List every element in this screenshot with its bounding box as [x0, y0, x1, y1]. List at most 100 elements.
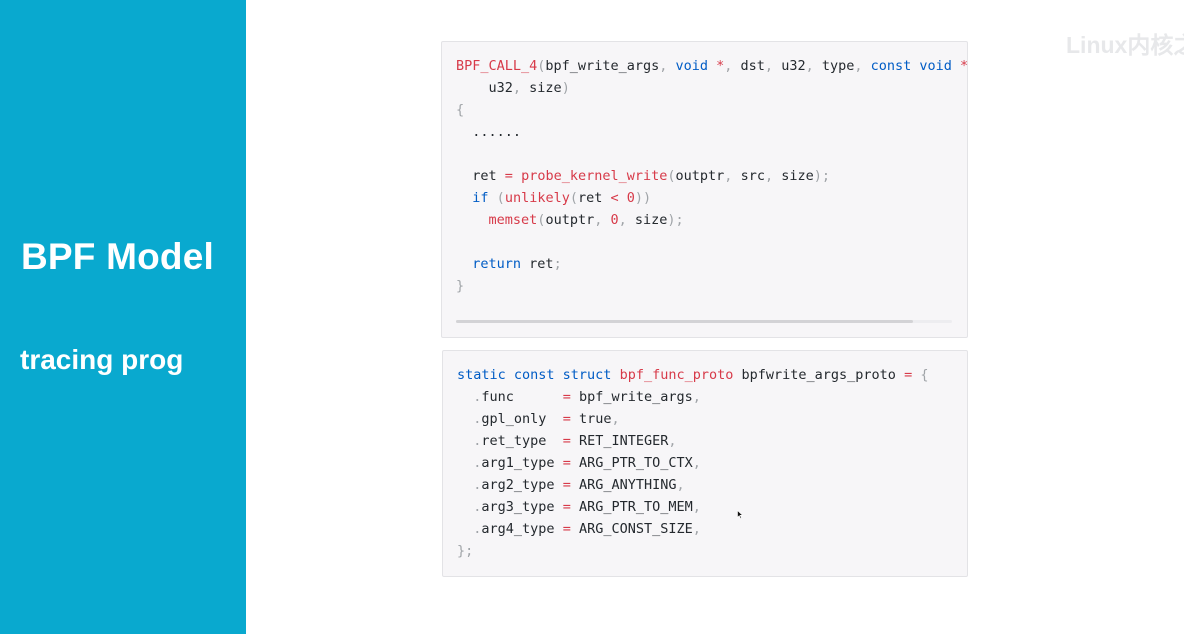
code-token: ,: [659, 58, 676, 74]
code-token: (: [569, 190, 578, 206]
code-token: ,: [611, 411, 620, 427]
code-line: .arg2_type = ARG_ANYTHING,: [457, 477, 684, 493]
code-token: );: [813, 168, 830, 184]
scrollbar-thumb[interactable]: [456, 320, 913, 323]
code-token: ARG_CONST_SIZE: [570, 521, 693, 537]
code-line: {: [456, 102, 464, 118]
code-line: .func = bpf_write_args,: [457, 389, 701, 405]
code-token: =: [562, 499, 571, 515]
code-token: ARG_ANYTHING: [570, 477, 677, 493]
code-line: BPF_CALL_4(bpf_write_args, void *, dst, …: [456, 58, 968, 74]
code-token: ret: [521, 256, 554, 272]
code-token: bpf_write_args: [545, 58, 660, 74]
code-token: u32: [456, 80, 513, 96]
code-token: size: [781, 168, 814, 184]
faded-top-text: [262, 6, 1142, 22]
code-token: 0: [626, 190, 635, 206]
code-token: ,: [668, 433, 677, 449]
code-token: arg2_type: [481, 477, 563, 493]
code-line: memset(outptr, 0, size);: [456, 212, 684, 228]
code-line: ......: [456, 124, 521, 140]
code-token: ......: [456, 124, 522, 140]
code-token: bpf_write_args: [570, 389, 693, 405]
slide: Linux内核之旅 BPF Model tracing prog BPF_CAL…: [0, 0, 1184, 634]
code-token: *: [951, 58, 968, 74]
code-line: .arg4_type = ARG_CONST_SIZE,: [457, 521, 701, 537]
code-line: }: [456, 278, 464, 294]
code-line: if (unlikely(ret < 0)): [456, 190, 651, 206]
code-block-func-proto: static const struct bpf_func_proto bpfwr…: [442, 350, 968, 577]
code-token: <: [610, 190, 619, 206]
code-block-bpf-call[interactable]: BPF_CALL_4(bpf_write_args, void *, dst, …: [441, 41, 968, 338]
code-token: ARG_PTR_TO_CTX: [570, 455, 693, 471]
code-token: true: [570, 411, 612, 427]
code-token: ret_type: [481, 433, 563, 449]
code-token: size: [529, 80, 562, 96]
code-token: ,: [764, 168, 782, 184]
code-token: =: [562, 477, 571, 493]
sidebar-panel: BPF Model tracing prog: [0, 0, 246, 634]
horizontal-scrollbar[interactable]: [456, 320, 952, 323]
code-token: const void: [870, 58, 952, 74]
code-token: arg3_type: [481, 499, 563, 515]
code-line: static const struct bpf_func_proto bpfwr…: [457, 367, 928, 383]
code-token: ,: [724, 58, 741, 74]
code-token: (: [496, 190, 505, 206]
code-token: size: [634, 212, 668, 228]
mouse-cursor-icon: [737, 510, 743, 519]
code-token: type: [821, 58, 855, 74]
code-token: ,: [724, 168, 741, 184]
code-token: ;: [553, 256, 562, 272]
code-token: memset: [488, 212, 538, 228]
code-token: arg4_type: [481, 521, 563, 537]
code-token: };: [457, 543, 474, 559]
code-line: .arg3_type = ARG_PTR_TO_MEM,: [457, 499, 701, 515]
code-token: =: [562, 411, 571, 427]
code-token: =: [562, 389, 571, 405]
code-line: .ret_type = RET_INTEGER,: [457, 433, 677, 449]
code-token: func: [481, 389, 563, 405]
code-token: src: [740, 168, 765, 184]
code-token: }: [456, 278, 465, 294]
code-token: ): [561, 80, 570, 96]
code-token: ret: [577, 190, 611, 206]
code-token: {: [456, 102, 465, 118]
code-token: );: [667, 212, 684, 228]
code-token: ,: [594, 212, 611, 228]
code-token: unlikely: [504, 190, 570, 206]
code-token: (: [667, 168, 676, 184]
code-token: RET_INTEGER: [570, 433, 669, 449]
code-token: )): [634, 190, 652, 206]
code-text-bpf-call: BPF_CALL_4(bpf_write_args, void *, dst, …: [456, 55, 968, 297]
code-token: ,: [854, 58, 871, 74]
code-token: ,: [692, 455, 701, 471]
code-token: ,: [618, 212, 635, 228]
code-token: BPF_CALL_4: [456, 58, 538, 74]
code-token: ,: [805, 58, 822, 74]
code-token: =: [504, 168, 513, 184]
code-token: bpfwrite_args_proto: [733, 367, 905, 383]
code-line: ret = probe_kernel_write(outptr, src, si…: [456, 168, 830, 184]
code-token: u32: [781, 58, 806, 74]
code-token: static const struct: [457, 367, 612, 383]
code-line: .arg1_type = ARG_PTR_TO_CTX,: [457, 455, 701, 471]
slide-title: BPF Model: [21, 236, 214, 277]
code-token: arg1_type: [481, 455, 563, 471]
code-token: outptr: [545, 212, 595, 228]
code-token: *: [708, 58, 725, 74]
code-line: .gpl_only = true,: [457, 411, 620, 427]
